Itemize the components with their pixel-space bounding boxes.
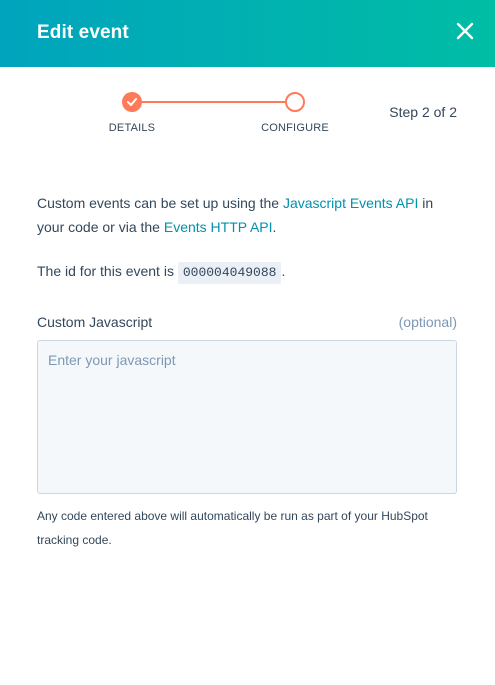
close-button[interactable] [452, 18, 478, 44]
description-text: Custom events can be set up using the Ja… [37, 191, 457, 239]
event-id-value: 000004049088 [177, 262, 282, 284]
dialog-header: Edit event [0, 0, 495, 67]
description-part: . [272, 219, 277, 235]
step-details-indicator [122, 92, 142, 112]
checkmark-icon [127, 98, 137, 106]
custom-javascript-label: Custom Javascript [37, 314, 153, 330]
description-part: Custom events can be set up using the [37, 195, 283, 211]
dialog-title: Edit event [37, 22, 129, 43]
optional-label: (optional) [398, 314, 457, 330]
events-http-api-link[interactable]: Events HTTP API [164, 219, 273, 235]
event-id-line: The id for this event is 000004049088. [37, 259, 457, 284]
step-configure-label: CONFIGURE [261, 122, 329, 134]
step-count: Step 2 of 2 [389, 104, 457, 120]
step-details-label: DETAILS [108, 122, 156, 134]
custom-javascript-input[interactable] [37, 340, 457, 494]
step-connector [141, 101, 286, 103]
event-id-prefix: The id for this event is [37, 263, 178, 279]
close-icon [456, 22, 474, 40]
event-id-suffix: . [281, 263, 286, 279]
javascript-events-api-link[interactable]: Javascript Events API [283, 195, 418, 211]
step-configure-indicator [285, 92, 305, 112]
help-text: Any code entered above will automaticall… [37, 509, 428, 547]
